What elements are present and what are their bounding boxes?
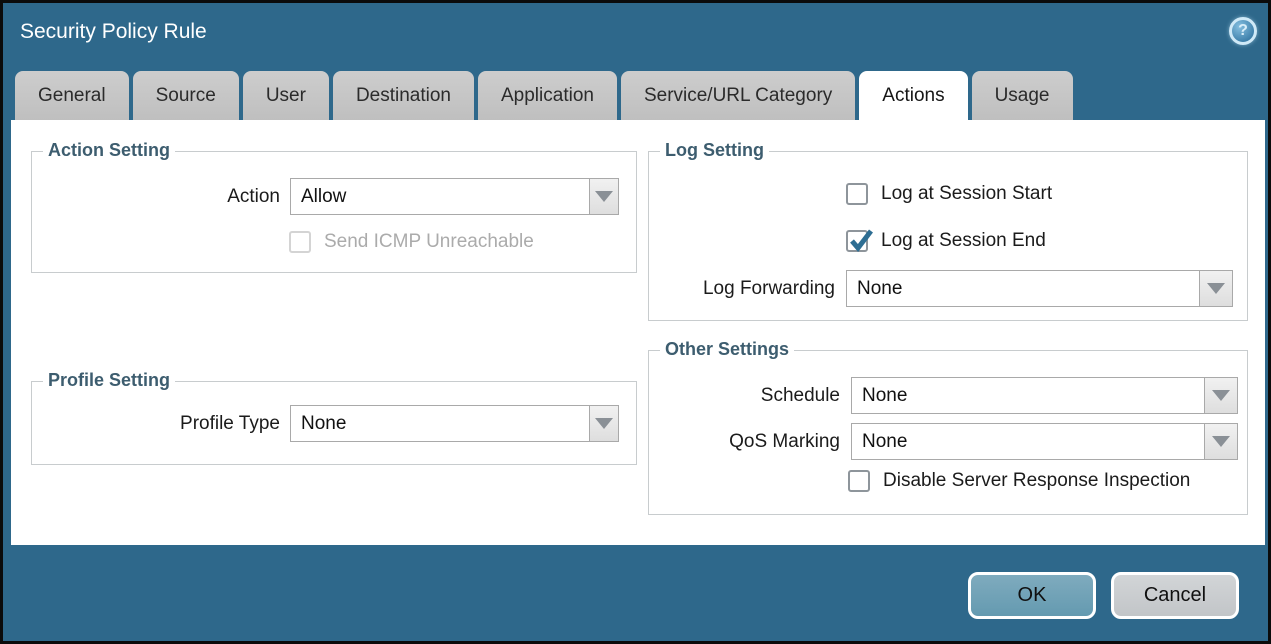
send-icmp-unreachable-checkbox <box>289 231 311 253</box>
security-policy-rule-dialog: Security Policy Rule ? GeneralSourceUser… <box>0 0 1271 644</box>
chevron-down-icon <box>1212 390 1230 401</box>
profile-type-label: Profile Type <box>32 413 280 435</box>
chevron-down-icon <box>595 191 613 202</box>
cancel-button[interactable]: Cancel <box>1111 572 1239 619</box>
ok-button[interactable]: OK <box>968 572 1096 619</box>
log-forwarding-label: Log Forwarding <box>649 278 835 300</box>
tab-bar: GeneralSourceUserDestinationApplicationS… <box>15 71 1073 120</box>
action-dropdown: Allow <box>290 178 619 215</box>
action-setting-legend: Action Setting <box>43 140 175 161</box>
profile-type-dropdown-value[interactable]: None <box>290 405 590 442</box>
qos-marking-dropdown-button[interactable] <box>1204 423 1238 460</box>
profile-setting-group: Profile Setting Profile Type None <box>31 381 637 465</box>
action-label: Action <box>32 186 280 208</box>
schedule-dropdown: None <box>851 377 1238 414</box>
tab-destination[interactable]: Destination <box>333 71 474 120</box>
schedule-dropdown-button[interactable] <box>1204 377 1238 414</box>
schedule-label: Schedule <box>649 385 840 407</box>
log-at-session-start-checkbox[interactable] <box>846 183 868 205</box>
tab-user[interactable]: User <box>243 71 329 120</box>
tab-usage[interactable]: Usage <box>972 71 1073 120</box>
tab-actions[interactable]: Actions <box>859 71 967 120</box>
log-forwarding-dropdown-value[interactable]: None <box>846 270 1200 307</box>
log-forwarding-dropdown: None <box>846 270 1233 307</box>
send-icmp-unreachable-label: Send ICMP Unreachable <box>324 231 534 253</box>
other-settings-group: Other Settings Schedule None QoS Marking… <box>648 350 1248 515</box>
qos-marking-label: QoS Marking <box>649 431 840 453</box>
log-forwarding-dropdown-button[interactable] <box>1199 270 1233 307</box>
help-button[interactable]: ? <box>1229 17 1257 45</box>
chevron-down-icon <box>1207 283 1225 294</box>
tab-application[interactable]: Application <box>478 71 617 120</box>
log-at-session-end-checkbox[interactable] <box>846 230 868 252</box>
tab-source[interactable]: Source <box>133 71 239 120</box>
other-settings-legend: Other Settings <box>660 339 794 360</box>
profile-type-dropdown-button[interactable] <box>589 405 619 442</box>
profile-type-dropdown: None <box>290 405 619 442</box>
log-setting-group: Log Setting Log at Session Start Log at … <box>648 151 1248 321</box>
log-at-session-end-label[interactable]: Log at Session End <box>881 230 1046 252</box>
action-dropdown-button[interactable] <box>589 178 619 215</box>
tab-service-url-category[interactable]: Service/URL Category <box>621 71 855 120</box>
disable-server-response-inspection-checkbox[interactable] <box>848 470 870 492</box>
qos-marking-dropdown: None <box>851 423 1238 460</box>
action-setting-group: Action Setting Action Allow Send ICMP Un… <box>31 151 637 273</box>
dialog-title: Security Policy Rule <box>20 20 207 44</box>
content-panel: Action Setting Action Allow Send ICMP Un… <box>11 120 1265 545</box>
log-at-session-start-label[interactable]: Log at Session Start <box>881 183 1052 205</box>
chevron-down-icon <box>1212 436 1230 447</box>
tab-general[interactable]: General <box>15 71 129 120</box>
question-mark-icon: ? <box>1238 22 1248 40</box>
schedule-dropdown-value[interactable]: None <box>851 377 1205 414</box>
log-setting-legend: Log Setting <box>660 140 769 161</box>
chevron-down-icon <box>595 418 613 429</box>
action-dropdown-value[interactable]: Allow <box>290 178 590 215</box>
disable-server-response-inspection-label[interactable]: Disable Server Response Inspection <box>883 470 1190 492</box>
qos-marking-dropdown-value[interactable]: None <box>851 423 1205 460</box>
profile-setting-legend: Profile Setting <box>43 370 175 391</box>
